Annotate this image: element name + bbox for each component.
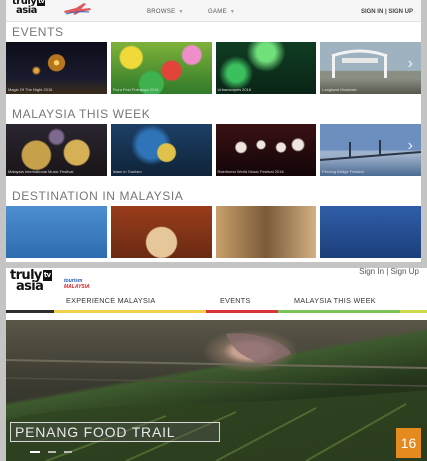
carousel-next-icon[interactable]: › (408, 56, 413, 72)
tile-caption: Islam in Tourism (112, 169, 142, 174)
event-tile[interactable]: Flora Fest Putrajaya 2016 (110, 42, 212, 94)
tile-caption: Rainforest World Music Festival 2016 (217, 169, 284, 174)
tile-caption: Penang Bridge Festival (322, 169, 364, 174)
mobile-header: truly tv asia tourism MALAYSIA Sign In | … (6, 268, 427, 316)
top-navbar: truly tv asia BROWSE ▼ GAME ▼ SIGN IN | SIG… (6, 0, 421, 22)
week-tile[interactable]: Penang Bridge Festival (320, 124, 421, 176)
carousel-dot[interactable] (30, 451, 40, 453)
nav-malaysia-this-week[interactable]: MALAYSIA THIS WEEK (294, 296, 376, 305)
spread-background: truly tv asia BROWSE ▼ GAME ▼ SIGN IN | SIG… (0, 0, 427, 461)
section-title-destination-in-malaysia: DESTINATION IN MALAYSIA (12, 189, 184, 203)
week-tile[interactable]: Rainforest World Music Festival 2016 (215, 124, 317, 176)
trulyasia-logo[interactable]: truly tv asia (10, 269, 64, 296)
bridge-image (320, 140, 421, 161)
nav-color-bar (206, 310, 278, 313)
tourism-malaysia-logo: tourism MALAYSIA (64, 278, 90, 290)
mobile-screenshot: truly tv asia tourism MALAYSIA Sign In | … (6, 268, 427, 461)
tile-caption: Malaysia International Music Festival (8, 169, 74, 174)
tile-caption: Langkawi Mountain (322, 87, 357, 92)
destination-tile[interactable] (320, 206, 421, 258)
malaysia-this-week-carousel: Malaysia International Music Festival Is… (6, 124, 421, 176)
event-tile[interactable]: Langkawi Mountain (320, 42, 421, 94)
event-tile[interactable]: Magic Of The Night 2016 (6, 42, 107, 94)
nav-color-bar (278, 310, 400, 313)
week-tile[interactable]: Islam in Tourism (110, 124, 212, 176)
page-number: 16 (396, 428, 421, 458)
tile-caption: Flora Fest Putrajaya 2016 (112, 87, 159, 92)
plane-icon (64, 3, 91, 15)
nav-browse-label: BROWSE (147, 9, 176, 15)
logo-tv-badge: tv (42, 270, 52, 281)
tile-caption: Magic Of The Night 2016 (8, 87, 53, 92)
destination-tile[interactable] (110, 206, 212, 258)
logo-tv-badge: tv (37, 0, 46, 6)
arch-gate-image (331, 49, 388, 78)
event-tile[interactable]: Urbanscapes 2016 (215, 42, 317, 94)
destination-tile[interactable] (6, 206, 107, 258)
hero-title: PENANG FOOD TRAIL (10, 422, 220, 442)
nav-browse[interactable]: BROWSE ▼ (147, 9, 184, 15)
nav-color-bar (54, 310, 206, 313)
section-title-events: EVENTS (12, 25, 64, 39)
nav-color-bar (6, 310, 54, 313)
nav-events[interactable]: EVENTS (220, 296, 251, 305)
carousel-dots (30, 451, 72, 453)
tile-caption: Urbanscapes 2016 (217, 87, 252, 92)
chevron-down-icon: ▼ (178, 9, 184, 15)
carousel-dot[interactable] (64, 451, 72, 453)
desktop-screenshot: truly tv asia BROWSE ▼ GAME ▼ SIGN IN | SIG… (6, 0, 421, 262)
carousel-next-icon[interactable]: › (408, 138, 413, 154)
sign-in-sign-up-link[interactable]: SIGN IN | SIGN UP (361, 9, 413, 15)
week-tile[interactable]: Malaysia International Music Festival (6, 124, 107, 176)
destination-carousel (6, 206, 421, 258)
nav-experience-malaysia[interactable]: EXPERIENCE MALAYSIA (66, 296, 155, 305)
events-carousel: Magic Of The Night 2016 Flora Fest Putra… (6, 42, 421, 94)
nav-game-label: GAME (208, 9, 227, 15)
trulyasia-logo[interactable]: truly tv asia (12, 0, 56, 19)
carousel-dot[interactable] (48, 451, 56, 453)
section-title-malaysia-this-week: MALAYSIA THIS WEEK (12, 107, 151, 121)
logo-word-asia: asia (16, 279, 44, 294)
destination-tile[interactable] (215, 206, 317, 258)
nav-color-bar (400, 310, 427, 313)
tourism-logo-line2: MALAYSIA (64, 284, 90, 290)
mobile-nav: EXPERIENCE MALAYSIA EVENTS MALAYSIA THIS… (6, 296, 427, 310)
nav-game[interactable]: GAME ▼ (208, 9, 235, 15)
logo-word-asia: asia (16, 5, 37, 16)
chevron-down-icon: ▼ (229, 9, 236, 15)
sign-in-sign-up-link[interactable]: Sign In | Sign Up (359, 268, 419, 276)
